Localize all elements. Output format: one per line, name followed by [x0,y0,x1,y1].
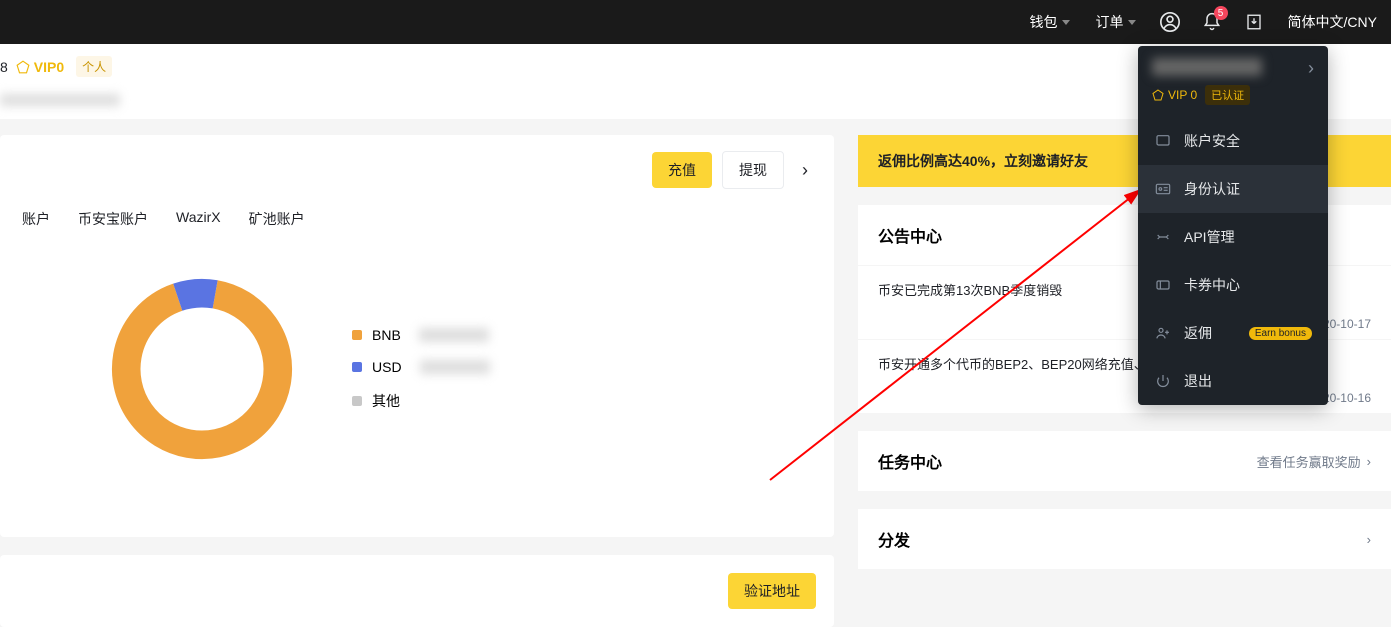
menu-security[interactable]: 账户安全 [1138,117,1328,165]
distribute-card: 分发 › [858,509,1391,569]
legend-label: USD [372,359,402,375]
top-bar: 钱包 订单 5 简体中文/CNY [0,0,1391,44]
balance-actions: 充值 提现 › [0,135,834,205]
chevron-right-icon: › [1367,454,1371,469]
task-card: 任务中心 查看任务赢取奖励 › [858,431,1391,491]
menu-identity[interactable]: 身份认证 [1138,165,1328,213]
personal-tag: 个人 [76,56,112,77]
caret-down-icon [1062,20,1070,25]
verify-address-button[interactable]: 验证地址 [728,573,816,609]
orders-menu[interactable]: 订单 [1086,12,1146,32]
lang-label: 简体中文/CNY [1288,12,1377,32]
balance-donut-chart [102,269,302,469]
download-icon[interactable] [1236,4,1272,40]
swatch-icon [352,362,362,372]
verify-card: 验证地址 [0,555,834,627]
banner-text: 返佣比例高达40%，立刻邀请好友 [878,153,1088,169]
language-currency[interactable]: 简体中文/CNY [1278,12,1387,32]
orders-label: 订单 [1096,12,1124,32]
chart-legend: BNB USD 其他 [352,327,490,411]
menu-coupon[interactable]: 卡券中心 [1138,261,1328,309]
task-title: 任务中心 [878,449,942,473]
legend-value-redacted [419,328,489,342]
power-icon [1154,372,1172,390]
notification-icon[interactable]: 5 [1194,4,1230,40]
task-link-label: 查看任务赢取奖励 [1257,452,1361,471]
legend-label: BNB [372,327,401,343]
verified-tag: 已认证 [1205,85,1250,105]
balance-card: 充值 提现 › 账户 币安宝账户 WazirX 矿池账户 [0,135,834,537]
legend-value-redacted [420,360,490,374]
account-dropdown: › VIP 0 已认证 账户安全 身份认证 API管理 卡券中心 返佣 Earn… [1138,46,1328,405]
legend-bnb: BNB [352,327,490,343]
user-id-fragment: 8 [0,59,8,75]
menu-logout[interactable]: 退出 [1138,357,1328,405]
notif-badge: 5 [1214,6,1228,20]
menu-label: 返佣 [1184,323,1212,343]
vip-badge: VIP0 [16,59,64,75]
announcement-title: 公告中心 [878,223,942,247]
tab-pool[interactable]: 矿池账户 [249,209,305,229]
chevron-right-icon[interactable]: › [794,160,816,181]
menu-label: 卡券中心 [1184,275,1240,295]
tab-earn[interactable]: 币安宝账户 [78,209,148,229]
swatch-icon [352,330,362,340]
balance-chart-row: BNB USD 其他 [22,239,812,519]
earn-bonus-badge: Earn bonus [1249,327,1312,340]
left-column: 充值 提现 › 账户 币安宝账户 WazirX 矿池账户 [0,135,834,627]
dropdown-vip-label: VIP 0 [1168,88,1197,102]
announcement-text: 币安开通多个代币的BEP2、BEP20网络充值、提现 [878,357,1173,372]
swatch-icon [352,396,362,406]
menu-label: 账户安全 [1184,131,1240,151]
distribute-title: 分发 [878,527,910,551]
vip-label: VIP0 [34,59,64,75]
ticket-icon [1154,276,1172,294]
id-card-icon [1154,180,1172,198]
legend-other: 其他 [352,391,490,411]
api-icon [1154,228,1172,246]
dropdown-user-redacted [1152,58,1262,76]
distribute-link[interactable]: › [1367,532,1371,547]
chevron-right-icon: › [1308,58,1314,79]
dropdown-vip-badge: VIP 0 [1152,88,1197,102]
withdraw-button[interactable]: 提现 [722,151,784,189]
account-icon[interactable] [1152,4,1188,40]
tab-account[interactable]: 账户 [22,209,50,229]
menu-label: 退出 [1184,371,1212,391]
dropdown-vip-row: VIP 0 已认证 [1138,85,1328,117]
menu-label: 身份认证 [1184,179,1240,199]
shield-icon [1154,132,1172,150]
caret-down-icon [1128,20,1136,25]
menu-label: API管理 [1184,227,1235,247]
chevron-right-icon: › [1367,532,1371,547]
legend-usd: USD [352,359,490,375]
tab-wazirx[interactable]: WazirX [176,209,221,229]
user-detail-redacted [0,94,120,106]
task-link[interactable]: 查看任务赢取奖励 › [1257,452,1371,471]
deposit-button[interactable]: 充值 [652,152,712,188]
legend-label: 其他 [372,391,400,411]
wallet-menu[interactable]: 钱包 [1020,12,1080,32]
announcement-text: 币安已完成第13次BNB季度销毁 [878,283,1062,298]
account-tabs: 账户 币安宝账户 WazirX 矿池账户 [22,205,812,239]
menu-api[interactable]: API管理 [1138,213,1328,261]
user-plus-icon [1154,324,1172,342]
menu-referral[interactable]: 返佣 Earn bonus [1138,309,1328,357]
wallet-label: 钱包 [1030,12,1058,32]
dropdown-header[interactable]: › [1138,46,1328,85]
